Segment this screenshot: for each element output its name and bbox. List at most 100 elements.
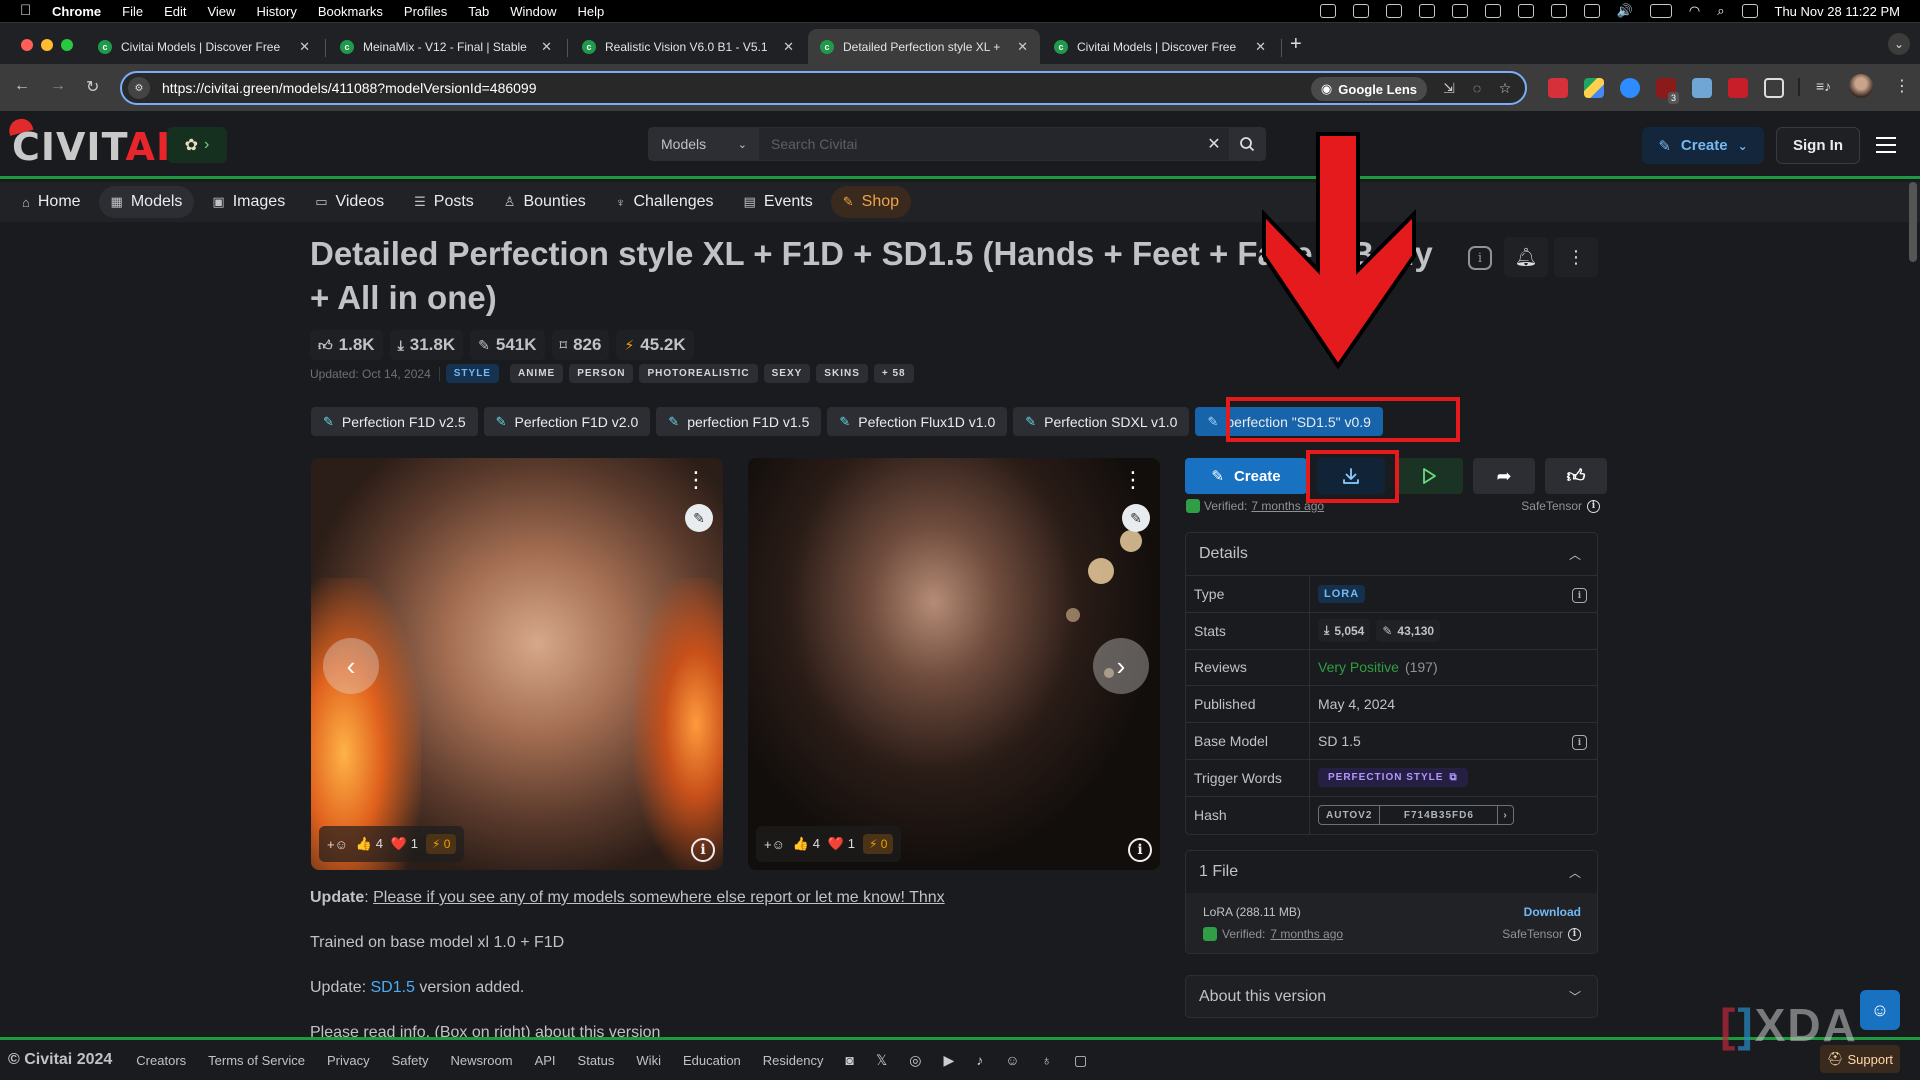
reaction-like[interactable]: 👍 4	[793, 836, 820, 852]
play-icon[interactable]	[1451, 4, 1468, 18]
close-tab-icon[interactable]: ✕	[1017, 39, 1028, 55]
notion-icon[interactable]	[1418, 4, 1435, 18]
carousel-next-button[interactable]: ›	[1093, 638, 1149, 694]
menu-help[interactable]: Help	[578, 4, 605, 19]
close-window-button[interactable]	[21, 39, 33, 51]
run-model-button[interactable]	[1395, 458, 1463, 494]
image-info-icon[interactable]: i	[691, 838, 715, 862]
close-tab-icon[interactable]: ✕	[1255, 39, 1266, 55]
extensions-puzzle-icon[interactable]	[1764, 78, 1784, 98]
footer-link-terms[interactable]: Terms of Service	[208, 1053, 305, 1068]
extension-zoom-icon[interactable]	[1620, 78, 1640, 98]
seasonal-event-button[interactable]: ✿ ›	[167, 127, 227, 163]
discord-icon[interactable]: ◙	[845, 1052, 853, 1068]
status-icon[interactable]	[1385, 4, 1402, 18]
zoom-window-button[interactable]	[61, 39, 73, 51]
version-tab[interactable]: ✎ Perfection SDXL v1.0	[1013, 407, 1190, 436]
address-bar[interactable]: ⚙ https://civitai.green/models/411088?mo…	[120, 71, 1527, 105]
volume-icon[interactable]: 🔊	[1617, 3, 1633, 19]
civitai-logo[interactable]: CIVITAI	[12, 127, 171, 167]
info-icon[interactable]: i	[1572, 588, 1587, 603]
version-tab[interactable]: ✎ Perfection F1D v2.5	[311, 407, 478, 436]
status-icon[interactable]	[1352, 4, 1369, 18]
site-info-icon[interactable]: ⚙	[128, 77, 150, 99]
browser-tab-active[interactable]: c Detailed Perfection style XL + ✕	[808, 29, 1040, 65]
youtube-icon[interactable]: ▶	[943, 1052, 954, 1069]
remix-brush-icon[interactable]: ✎	[1122, 504, 1150, 532]
reload-icon[interactable]: ↻	[86, 77, 99, 97]
remix-brush-icon[interactable]: ✎	[685, 504, 713, 532]
nav-videos[interactable]: ▭ Videos	[303, 186, 396, 218]
close-tab-icon[interactable]: ✕	[541, 39, 552, 55]
new-tab-button[interactable]: +	[1290, 33, 1302, 56]
browser-tab[interactable]: c Realistic Vision V6.0 B1 - V5.1 ✕	[570, 29, 806, 65]
more-options-button[interactable]: ⋮	[1554, 237, 1598, 277]
feedback-icon[interactable]: ▢	[1074, 1052, 1087, 1069]
extension-icon[interactable]	[1728, 78, 1748, 98]
bookmark-star-icon[interactable]: ☆	[1497, 80, 1513, 96]
extension-drive-icon[interactable]	[1584, 78, 1604, 98]
status-icon[interactable]	[1550, 4, 1567, 18]
category-tag[interactable]: STYLE	[445, 364, 499, 383]
footer-link-newsroom[interactable]: Newsroom	[450, 1053, 512, 1068]
version-tab[interactable]: ✎ perfection F1D v1.5	[656, 407, 822, 436]
details-header[interactable]: Details ︿	[1186, 533, 1597, 576]
eye-off-icon[interactable]: ◌	[1469, 80, 1485, 96]
shield-icon[interactable]	[1484, 4, 1501, 18]
add-reaction-button[interactable]: +☺	[327, 837, 348, 852]
version-tab[interactable]: ✎ Perfection F1D v2.0	[483, 407, 651, 436]
status-icon[interactable]	[1319, 4, 1336, 18]
chrome-menu-icon[interactable]: ⋮	[1894, 76, 1910, 96]
info-icon[interactable]: i	[1572, 735, 1587, 751]
version-tab[interactable]: ✎ Pefection Flux1D v1.0	[827, 407, 1008, 436]
nav-challenges[interactable]: ♆ Challenges	[604, 186, 726, 218]
browser-tab[interactable]: c Civitai Models | Discover Free ✕	[1042, 29, 1278, 65]
sign-in-button[interactable]: Sign In	[1776, 127, 1860, 164]
footer-link-wiki[interactable]: Wiki	[636, 1053, 661, 1068]
search-icon[interactable]	[1229, 128, 1265, 160]
files-header[interactable]: 1 File ︿	[1186, 851, 1597, 893]
google-lens-button[interactable]: ◉ Google Lens	[1310, 77, 1427, 101]
nav-shop[interactable]: ✎ Shop	[830, 186, 912, 218]
forward-icon[interactable]: →	[50, 77, 66, 95]
footer-link-residency[interactable]: Residency	[763, 1053, 824, 1068]
tag[interactable]: SEXY	[763, 364, 811, 383]
footer-link-education[interactable]: Education	[683, 1053, 741, 1068]
url-text[interactable]: https://civitai.green/models/411088?mode…	[162, 80, 537, 96]
nav-events[interactable]: ▤ Events	[732, 186, 825, 218]
share-button[interactable]: ➦	[1473, 458, 1535, 494]
nav-bounties[interactable]: ♙ Bounties	[492, 186, 598, 218]
clock[interactable]: Thu Nov 28 11:22 PM	[1775, 4, 1901, 19]
reaction-like[interactable]: 👍 4	[356, 836, 383, 852]
footer-link-privacy[interactable]: Privacy	[327, 1053, 370, 1068]
about-version-accordion[interactable]: About this version ﹀	[1185, 975, 1598, 1018]
nav-images[interactable]: ▣ Images	[200, 186, 297, 218]
verified-date-link[interactable]: 7 months ago	[1270, 927, 1343, 941]
menu-view[interactable]: View	[207, 4, 235, 19]
footer-link-creators[interactable]: Creators	[136, 1053, 186, 1068]
menu-bookmarks[interactable]: Bookmarks	[318, 4, 383, 19]
carousel-prev-button[interactable]: ‹	[323, 638, 379, 694]
minimize-window-button[interactable]	[41, 39, 53, 51]
support-button[interactable]: ⛑ Support	[1820, 1045, 1900, 1073]
create-menu-button[interactable]: ✎ Create ⌄	[1642, 127, 1764, 164]
tag[interactable]: PHOTOREALISTIC	[639, 364, 758, 383]
like-button[interactable]: 👍︎	[1545, 458, 1607, 494]
more-tags-button[interactable]: + 58	[873, 364, 914, 383]
close-tab-icon[interactable]: ✕	[299, 39, 310, 55]
image-menu-icon[interactable]: ⋮	[1122, 469, 1144, 491]
x-twitter-icon[interactable]: 𝕏	[876, 1052, 887, 1069]
nav-home[interactable]: ⌂ Home	[10, 186, 93, 218]
clear-search-icon[interactable]: ✕	[1199, 128, 1229, 160]
extension-lastpass-icon[interactable]	[1548, 78, 1568, 98]
hash-value[interactable]: F714B35FD6	[1380, 806, 1499, 825]
menu-tab[interactable]: Tab	[468, 4, 489, 19]
reaction-heart[interactable]: ❤️ 1	[391, 836, 418, 852]
search-scope-select[interactable]: Models ⌄	[649, 128, 759, 160]
menu-app-name[interactable]: Chrome	[52, 4, 101, 19]
follow-notifications-button[interactable]: 🔔︎	[1504, 237, 1548, 277]
reddit-icon[interactable]: ☺	[1005, 1052, 1019, 1068]
footer-link-status[interactable]: Status	[578, 1053, 615, 1068]
screens-icon[interactable]	[1583, 4, 1600, 18]
hash-type[interactable]: AUTOV2	[1319, 806, 1381, 825]
